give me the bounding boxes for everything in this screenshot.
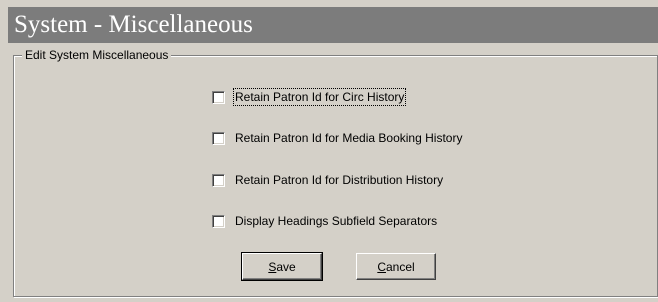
save-button-label: Save [268, 259, 296, 274]
option-retain-media-booking-history[interactable]: Retain Patron Id for Media Booking Histo… [212, 129, 463, 147]
option-label[interactable]: Retain Patron Id for Media Booking Histo… [234, 130, 463, 146]
option-label[interactable]: Retain Patron Id for Circ History [232, 88, 407, 106]
cancel-button[interactable]: Cancel [356, 253, 436, 280]
cancel-button-label: Cancel [377, 259, 415, 274]
option-label[interactable]: Display Headings Subfield Separators [234, 213, 438, 229]
option-retain-distribution-history[interactable]: Retain Patron Id for Distribution Histor… [212, 171, 444, 189]
save-button[interactable]: Save [241, 252, 323, 281]
title-bar: System - Miscellaneous [8, 7, 658, 43]
option-label[interactable]: Retain Patron Id for Distribution Histor… [234, 172, 444, 188]
option-display-subfield-separators[interactable]: Display Headings Subfield Separators [212, 212, 438, 230]
groupbox-legend: Edit System Miscellaneous [22, 47, 172, 63]
option-retain-circ-history[interactable]: Retain Patron Id for Circ History [212, 88, 407, 106]
checkbox-icon[interactable] [212, 90, 225, 104]
checkbox-icon[interactable] [212, 131, 225, 145]
checkbox-icon[interactable] [212, 173, 225, 187]
window-title: System - Miscellaneous [14, 11, 253, 38]
checkbox-icon[interactable] [212, 214, 225, 228]
